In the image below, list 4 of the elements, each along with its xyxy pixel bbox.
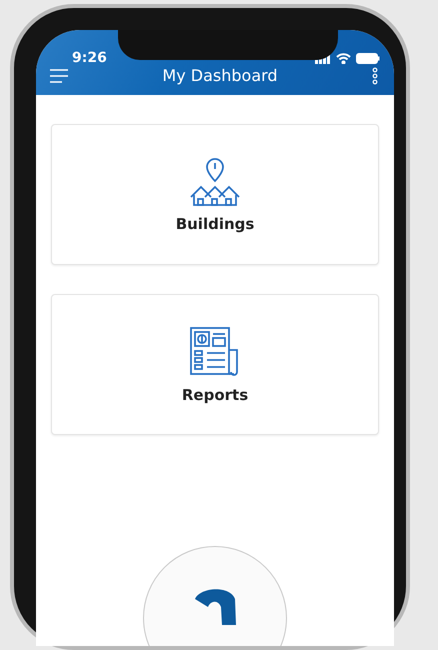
status-time: 9:26 bbox=[72, 50, 107, 66]
dashboard-card[interactable]: Buildings bbox=[51, 124, 379, 265]
screen-title: My Dashboard bbox=[162, 66, 278, 85]
dashboard-card[interactable]: Reports bbox=[51, 294, 379, 435]
